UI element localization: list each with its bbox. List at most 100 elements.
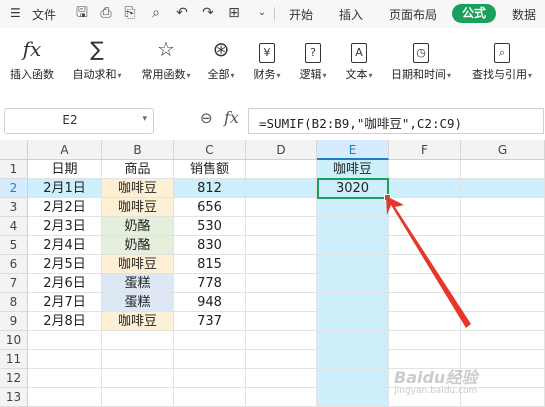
text-functions-button[interactable]: A 文本▾: [340, 36, 378, 82]
cell-e6[interactable]: [317, 255, 389, 274]
row-header[interactable]: 5: [0, 236, 28, 255]
print-icon[interactable]: ⎘: [122, 5, 138, 21]
quick-access-dropdown-icon[interactable]: ⌄: [254, 5, 270, 21]
cell-g2[interactable]: [461, 179, 545, 198]
column-header-a[interactable]: A: [28, 140, 102, 160]
cell-e10[interactable]: [317, 331, 389, 350]
cell-a2[interactable]: 2月1日: [28, 179, 102, 198]
cell-f2[interactable]: [389, 179, 461, 198]
row-header[interactable]: 2: [0, 179, 28, 198]
cell-b3[interactable]: 咖啡豆: [102, 198, 174, 217]
date-time-button[interactable]: ◷ 日期和时间▾: [384, 36, 458, 82]
format-painter-icon[interactable]: ⊞: [226, 5, 242, 21]
cell-a7[interactable]: 2月6日: [28, 274, 102, 293]
cell-f8[interactable]: [389, 293, 461, 312]
undo-icon[interactable]: ↶: [174, 5, 190, 21]
cell-c7[interactable]: 778: [174, 274, 246, 293]
column-header-d[interactable]: D: [246, 140, 317, 160]
column-header-g[interactable]: G: [461, 140, 545, 160]
cell-d12[interactable]: [246, 369, 317, 388]
cell-d11[interactable]: [246, 350, 317, 369]
print-preview-icon[interactable]: ⎙: [98, 5, 114, 21]
row-header[interactable]: 11: [0, 350, 28, 369]
cell-c3[interactable]: 656: [174, 198, 246, 217]
tab-page-layout[interactable]: 页面布局: [389, 6, 437, 23]
row-header[interactable]: 1: [0, 160, 28, 179]
cell-e5[interactable]: [317, 236, 389, 255]
cell-d7[interactable]: [246, 274, 317, 293]
cell-g6[interactable]: [461, 255, 545, 274]
cell-g1[interactable]: [461, 160, 545, 179]
cell-c4[interactable]: 530: [174, 217, 246, 236]
cell-b13[interactable]: [102, 388, 174, 407]
cell-a13[interactable]: [28, 388, 102, 407]
cell-b5[interactable]: 奶酪: [102, 236, 174, 255]
name-box-dropdown-icon[interactable]: ▾: [142, 114, 147, 124]
cell-e4[interactable]: [317, 217, 389, 236]
cell-d13[interactable]: [246, 388, 317, 407]
common-functions-button[interactable]: ☆ 常用函数▾: [134, 36, 198, 82]
fx-label[interactable]: fx: [224, 108, 239, 127]
cell-f3[interactable]: [389, 198, 461, 217]
zoom-search-icon[interactable]: ⊖: [200, 109, 213, 127]
tab-home[interactable]: 开始: [289, 6, 313, 23]
all-functions-button[interactable]: ⊛ 全部▾: [202, 36, 240, 82]
cell-d2[interactable]: [246, 179, 317, 198]
cell-a10[interactable]: [28, 331, 102, 350]
cell-c1[interactable]: 销售额: [174, 160, 246, 179]
row-header[interactable]: 13: [0, 388, 28, 407]
redo-icon[interactable]: ↷: [200, 5, 216, 21]
row-header[interactable]: 12: [0, 369, 28, 388]
cell-c6[interactable]: 815: [174, 255, 246, 274]
cell-b11[interactable]: [102, 350, 174, 369]
finance-button[interactable]: ¥ 财务▾: [248, 36, 286, 82]
cell-f5[interactable]: [389, 236, 461, 255]
cell-b9[interactable]: 咖啡豆: [102, 312, 174, 331]
formula-input[interactable]: =SUMIF(B2:B9,"咖啡豆",C2:C9): [248, 108, 544, 134]
cell-a12[interactable]: [28, 369, 102, 388]
cell-e3[interactable]: [317, 198, 389, 217]
cell-c2[interactable]: 812: [174, 179, 246, 198]
row-header[interactable]: 7: [0, 274, 28, 293]
cell-a4[interactable]: 2月3日: [28, 217, 102, 236]
cell-b4[interactable]: 奶酪: [102, 217, 174, 236]
cell-b1[interactable]: 商品: [102, 160, 174, 179]
file-menu[interactable]: 文件: [32, 6, 56, 23]
cell-g10[interactable]: [461, 331, 545, 350]
cell-a6[interactable]: 2月5日: [28, 255, 102, 274]
cell-g9[interactable]: [461, 312, 545, 331]
row-header[interactable]: 6: [0, 255, 28, 274]
save-icon[interactable]: 🖫: [74, 5, 90, 21]
cell-f1[interactable]: [389, 160, 461, 179]
cell-a5[interactable]: 2月4日: [28, 236, 102, 255]
cell-g4[interactable]: [461, 217, 545, 236]
logic-button[interactable]: ? 逻辑▾: [294, 36, 332, 82]
cell-e12[interactable]: [317, 369, 389, 388]
cell-c11[interactable]: [174, 350, 246, 369]
cell-b2[interactable]: 咖啡豆: [102, 179, 174, 198]
cell-f6[interactable]: [389, 255, 461, 274]
tab-formula[interactable]: 公式: [452, 4, 496, 23]
preview-icon[interactable]: ⌕: [148, 5, 164, 21]
select-all-corner[interactable]: [0, 140, 28, 160]
cell-d6[interactable]: [246, 255, 317, 274]
cell-f10[interactable]: [389, 331, 461, 350]
cell-g8[interactable]: [461, 293, 545, 312]
cell-f9[interactable]: [389, 312, 461, 331]
cell-g3[interactable]: [461, 198, 545, 217]
cell-c9[interactable]: 737: [174, 312, 246, 331]
row-header[interactable]: 4: [0, 217, 28, 236]
cell-c10[interactable]: [174, 331, 246, 350]
cell-b7[interactable]: 蛋糕: [102, 274, 174, 293]
cell-b6[interactable]: 咖啡豆: [102, 255, 174, 274]
cell-a9[interactable]: 2月8日: [28, 312, 102, 331]
cell-c5[interactable]: 830: [174, 236, 246, 255]
cell-e13[interactable]: [317, 388, 389, 407]
row-header[interactable]: 9: [0, 312, 28, 331]
cell-a3[interactable]: 2月2日: [28, 198, 102, 217]
row-header[interactable]: 8: [0, 293, 28, 312]
row-header[interactable]: 3: [0, 198, 28, 217]
cell-e7[interactable]: [317, 274, 389, 293]
name-box[interactable]: E2 ▾: [4, 108, 154, 134]
cell-e11[interactable]: [317, 350, 389, 369]
